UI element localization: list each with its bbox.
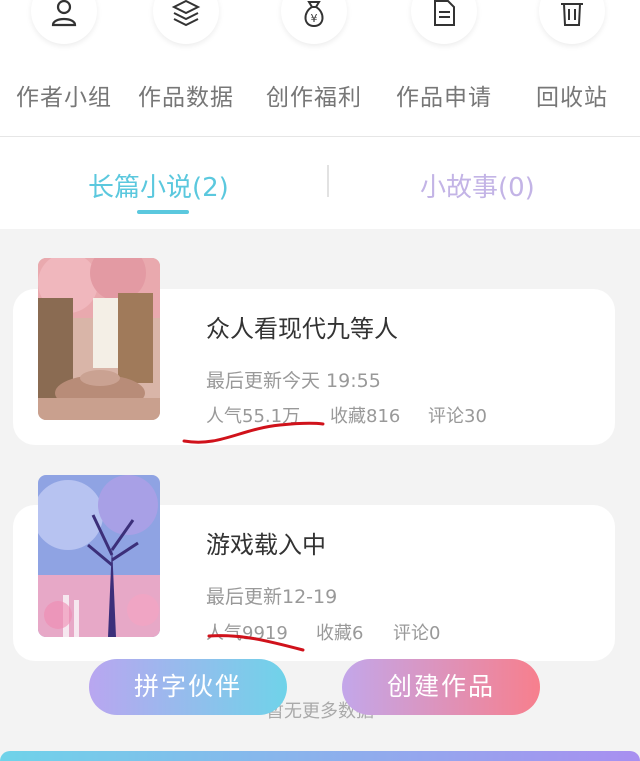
menu-item-work-application[interactable]: 作品申请 bbox=[380, 0, 508, 136]
book-cover[interactable] bbox=[38, 475, 160, 637]
feature-menu: 作者小组 作品数据 ¥ 创作福利 作品申请 回收站 bbox=[0, 0, 640, 137]
cover-art-tree bbox=[38, 475, 160, 637]
menu-item-author-group[interactable]: 作者小组 bbox=[0, 0, 128, 136]
comments-stat: 评论0 bbox=[393, 623, 441, 644]
page: 作者小组 作品数据 ¥ 创作福利 作品申请 回收站 长篇小说(2) 小故事(0)… bbox=[0, 0, 640, 761]
menu-icon-circle bbox=[31, 0, 97, 44]
comments-stat: 评论30 bbox=[428, 406, 487, 427]
menu-icon-circle bbox=[153, 0, 219, 44]
favorites-stat: 收藏816 bbox=[330, 406, 401, 427]
money-bag-icon: ¥ bbox=[304, 1, 324, 28]
tab-long-novel[interactable]: 长篇小说(2) bbox=[88, 167, 229, 204]
active-tab-indicator bbox=[137, 210, 189, 214]
menu-item-recycle-bin[interactable]: 回收站 bbox=[508, 0, 636, 136]
menu-label: 回收站 bbox=[536, 85, 608, 111]
bottom-gradient-bar bbox=[0, 751, 640, 761]
work-title[interactable]: 游戏载入中 bbox=[206, 525, 326, 560]
last-updated: 最后更新今天 19:55 bbox=[206, 370, 381, 392]
layers-icon bbox=[171, 0, 201, 27]
menu-label: 创作福利 bbox=[266, 85, 362, 111]
create-work-button[interactable]: 创建作品 bbox=[342, 659, 540, 715]
cover-art-garden bbox=[38, 258, 160, 420]
document-icon bbox=[434, 0, 455, 26]
last-updated: 最后更新12-19 bbox=[206, 586, 338, 608]
work-type-tabs: 长篇小说(2) 小故事(0) bbox=[0, 137, 640, 229]
menu-icon-circle bbox=[411, 0, 477, 44]
person-icon bbox=[51, 0, 77, 27]
menu-item-work-data[interactable]: 作品数据 bbox=[122, 0, 250, 136]
work-title[interactable]: 众人看现代九等人 bbox=[206, 309, 398, 344]
book-cover[interactable] bbox=[38, 258, 160, 420]
writing-partner-button[interactable]: 拼字伙伴 bbox=[89, 659, 287, 715]
menu-label: 作品申请 bbox=[396, 85, 492, 111]
favorites-stat: 收藏6 bbox=[316, 623, 364, 644]
menu-icon-circle: ¥ bbox=[281, 0, 347, 44]
tab-short-story[interactable]: 小故事(0) bbox=[420, 167, 535, 204]
red-underline-annotation bbox=[182, 421, 325, 444]
tab-divider bbox=[327, 165, 329, 197]
svg-text:¥: ¥ bbox=[311, 12, 318, 25]
red-underline-annotation bbox=[207, 634, 305, 652]
trash-icon bbox=[561, 3, 583, 26]
menu-icon-circle bbox=[539, 0, 605, 44]
menu-label: 作品数据 bbox=[138, 85, 234, 111]
menu-label: 作者小组 bbox=[16, 85, 112, 111]
menu-item-creation-benefits[interactable]: ¥ 创作福利 bbox=[250, 0, 378, 136]
